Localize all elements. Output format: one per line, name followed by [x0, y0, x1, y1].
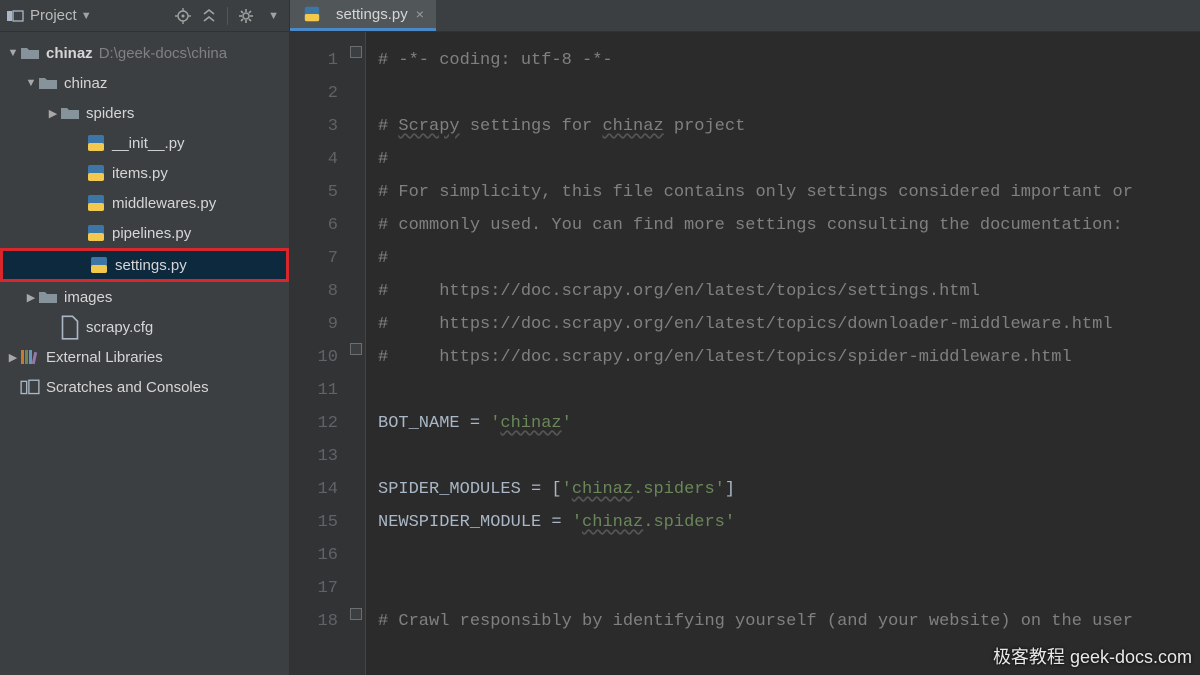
folder-icon — [20, 43, 40, 63]
fold-mark-icon[interactable] — [350, 343, 362, 355]
tree-label: Scratches and Consoles — [46, 379, 209, 396]
line-number-gutter: 123456789101112131415161718 — [290, 32, 348, 675]
tree-label: scrapy.cfg — [86, 319, 153, 336]
project-tool-header: Project ▼ ▼ — [0, 0, 289, 32]
folder-icon — [38, 287, 58, 307]
locate-icon[interactable] — [175, 8, 191, 24]
code-editor[interactable]: 123456789101112131415161718 # -*- coding… — [290, 32, 1200, 675]
tree-path: D:\geek-docs\china — [99, 45, 227, 62]
close-icon[interactable]: × — [416, 6, 424, 22]
editor-area: settings.py × 12345678910111213141516171… — [290, 0, 1200, 675]
tree-file[interactable]: items.py — [0, 158, 289, 188]
chevron-down-icon[interactable]: ▼ — [268, 10, 279, 22]
fold-mark-icon[interactable] — [350, 608, 362, 620]
tree-label: images — [64, 289, 112, 306]
tree-label: chinaz — [46, 45, 93, 62]
python-file-icon — [86, 193, 106, 213]
tree-label: pipelines.py — [112, 225, 191, 242]
chevron-right-icon[interactable]: ▶ — [24, 291, 38, 304]
collapse-all-icon[interactable] — [201, 8, 217, 24]
python-file-icon — [89, 255, 109, 275]
tree-label: middlewares.py — [112, 195, 216, 212]
libraries-icon — [20, 347, 40, 367]
python-file-icon — [86, 163, 106, 183]
code-content[interactable]: # -*- coding: utf-8 -*-# Scrapy settings… — [366, 32, 1200, 675]
folder-icon — [38, 73, 58, 93]
project-panel-icon — [6, 9, 24, 23]
tree-label: External Libraries — [46, 349, 163, 366]
tree-label: settings.py — [115, 257, 187, 274]
tree-file-selected[interactable]: settings.py — [0, 248, 289, 282]
tab-filename: settings.py — [336, 6, 408, 23]
tree-root[interactable]: ▼ chinaz D:\geek-docs\china — [0, 38, 289, 68]
tree-label: items.py — [112, 165, 168, 182]
chevron-right-icon[interactable]: ▶ — [6, 351, 20, 364]
python-file-icon — [86, 223, 106, 243]
project-title[interactable]: Project — [30, 7, 77, 24]
tree-external-libraries[interactable]: ▶ External Libraries — [0, 342, 289, 372]
chevron-right-icon[interactable]: ▶ — [46, 107, 60, 120]
tree-file[interactable]: · scrapy.cfg — [0, 312, 289, 342]
chevron-down-icon[interactable]: ▼ — [81, 10, 92, 22]
scratches-icon — [20, 377, 40, 397]
tree-file[interactable]: __init__.py — [0, 128, 289, 158]
gear-icon[interactable] — [238, 8, 254, 24]
tree-folder[interactable]: ▼ chinaz — [0, 68, 289, 98]
tree-folder[interactable]: ▶ images — [0, 282, 289, 312]
project-tree[interactable]: ▼ chinaz D:\geek-docs\china ▼ chinaz ▶ sp… — [0, 32, 289, 408]
toolbar-separator — [227, 7, 228, 25]
tree-file[interactable]: pipelines.py — [0, 218, 289, 248]
tree-label: __init__.py — [112, 135, 185, 152]
tree-scratches[interactable]: · Scratches and Consoles — [0, 372, 289, 402]
folder-icon — [60, 103, 80, 123]
tree-file[interactable]: middlewares.py — [0, 188, 289, 218]
python-file-icon — [302, 4, 322, 24]
project-sidebar: Project ▼ ▼ ▼ chinaz D:\geek-docs\china ▼… — [0, 0, 290, 675]
tree-label: spiders — [86, 105, 134, 122]
watermark: 极客教程 geek-docs.com — [993, 643, 1192, 669]
editor-tab-active[interactable]: settings.py × — [290, 0, 436, 31]
python-file-icon — [86, 133, 106, 153]
tree-label: chinaz — [64, 75, 107, 92]
fold-mark-icon[interactable] — [350, 46, 362, 58]
fold-strip — [348, 32, 366, 675]
chevron-down-icon[interactable]: ▼ — [6, 47, 20, 59]
file-icon — [60, 317, 80, 337]
editor-tabbar: settings.py × — [290, 0, 1200, 32]
tree-folder[interactable]: ▶ spiders — [0, 98, 289, 128]
chevron-down-icon[interactable]: ▼ — [24, 77, 38, 89]
